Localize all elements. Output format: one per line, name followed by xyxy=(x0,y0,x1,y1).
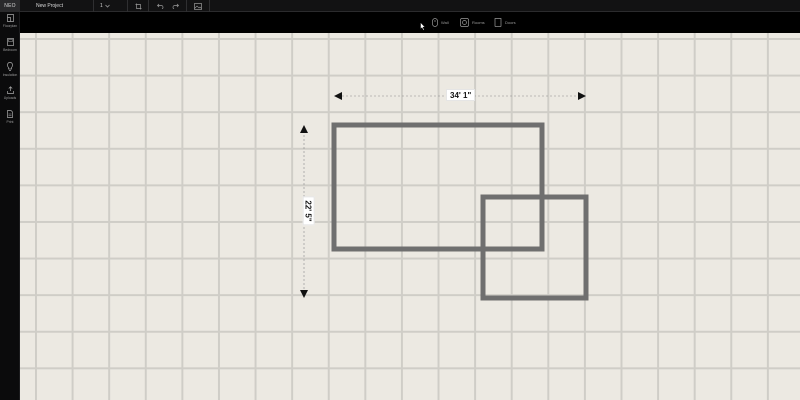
arrow-left-icon xyxy=(334,92,342,100)
tool-bar: Wall Rooms Doors xyxy=(20,12,800,33)
undo-icon xyxy=(157,3,164,9)
project-name[interactable]: New Project xyxy=(36,0,63,12)
redo-icon xyxy=(172,3,179,9)
doors-icon xyxy=(494,17,502,27)
image-icon xyxy=(194,2,202,10)
arrow-right-icon xyxy=(578,92,586,100)
tool-rooms[interactable]: Rooms xyxy=(460,15,485,29)
height-dimension-label[interactable]: 22' 5" xyxy=(302,196,315,226)
sidebar-item-label: Insulation xyxy=(2,73,18,77)
width-dimension-label[interactable]: 34' 1" xyxy=(446,89,476,101)
insulation-icon xyxy=(7,62,13,71)
room-large[interactable] xyxy=(331,122,545,252)
crop-button[interactable] xyxy=(133,0,143,12)
sidebar-item-floorplan[interactable]: Floorplan xyxy=(0,14,20,36)
divider xyxy=(209,0,210,12)
sidebar-item-print[interactable]: Print xyxy=(0,110,20,132)
tool-label: Rooms xyxy=(472,19,485,25)
divider xyxy=(127,0,128,12)
tool-label: Doors xyxy=(505,19,516,25)
sidebar-item-label: Floorplan xyxy=(2,24,18,28)
divider xyxy=(93,0,94,12)
zoom-value: 1 xyxy=(100,3,103,9)
redo-button[interactable] xyxy=(170,0,180,12)
floorplan-icon xyxy=(6,14,14,22)
image-button[interactable] xyxy=(193,0,203,12)
zoom-select[interactable]: 1 xyxy=(100,0,122,12)
crop-icon xyxy=(135,3,141,9)
divider xyxy=(186,0,187,12)
left-sidebar: Floorplan Bedroom Insulation Uploads Pri… xyxy=(0,12,20,400)
sidebar-item-label: Uploads xyxy=(3,96,17,100)
bedroom-icon xyxy=(6,38,14,46)
sidebar-item-bedroom[interactable]: Bedroom xyxy=(0,38,20,60)
app-logo: NEO xyxy=(0,0,20,12)
sidebar-item-label: Print xyxy=(6,120,14,124)
tool-label: Wall xyxy=(441,19,449,25)
tool-wall[interactable]: Wall xyxy=(432,15,449,29)
undo-button[interactable] xyxy=(156,0,166,12)
sidebar-item-label: Bedroom xyxy=(3,48,17,52)
divider xyxy=(148,0,149,12)
chevron-down-icon xyxy=(104,4,110,8)
mouse-cursor-icon xyxy=(420,22,426,31)
arrow-down-icon xyxy=(300,290,308,298)
sidebar-item-uploads[interactable]: Uploads xyxy=(0,86,20,108)
uploads-icon xyxy=(6,86,14,94)
sidebar-item-insulation[interactable]: Insulation xyxy=(0,62,20,84)
floorplan-drawing xyxy=(300,92,589,301)
wall-icon xyxy=(432,17,438,27)
print-icon xyxy=(7,110,13,118)
arrow-up-icon xyxy=(300,125,308,133)
top-bar: NEO New Project 1 xyxy=(0,0,800,12)
tool-doors[interactable]: Doors xyxy=(494,15,516,29)
rooms-icon xyxy=(460,17,469,27)
